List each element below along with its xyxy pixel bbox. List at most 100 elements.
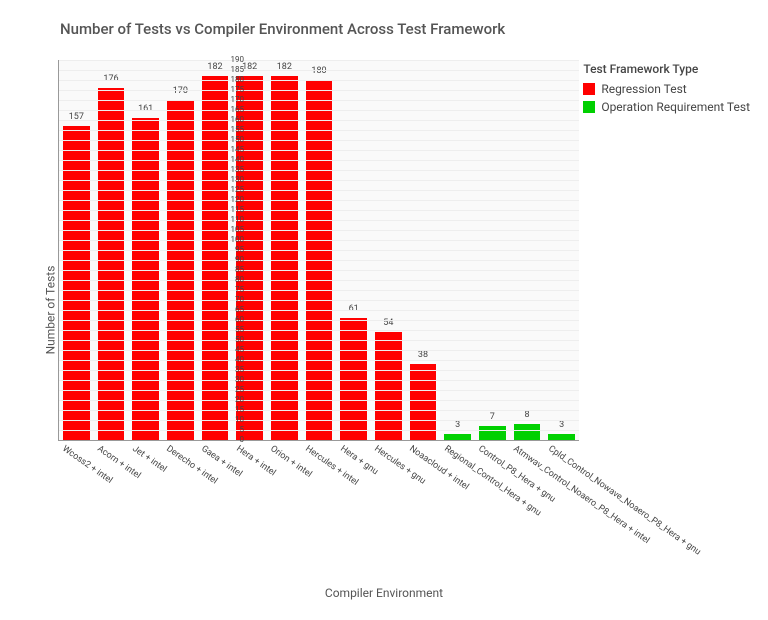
y-tick-label: 30: [218, 376, 244, 384]
grid-line: [59, 310, 579, 311]
y-tick-label: 50: [218, 336, 244, 344]
y-tick-label: 65: [218, 306, 244, 314]
chart-title: Number of Tests vs Compiler Environment …: [60, 20, 505, 38]
grid-line: [59, 300, 579, 301]
y-tick-label: 150: [218, 136, 244, 144]
bar-rect: [63, 126, 90, 440]
legend-swatch: [583, 83, 595, 95]
y-tick-label: 120: [218, 196, 244, 204]
grid-line: [59, 230, 579, 231]
bar-value-label: 3: [546, 420, 577, 430]
y-tick-label: 80: [218, 276, 244, 284]
grid-line: [59, 210, 579, 211]
y-tick-label: 145: [218, 146, 244, 154]
bar-value-label: 3: [442, 420, 473, 430]
grid-line: [59, 270, 579, 271]
grid-line: [59, 140, 579, 141]
grid-line: [59, 200, 579, 201]
legend-title: Test Framework Type: [583, 62, 750, 76]
bar-rect: [340, 318, 367, 440]
y-tick-label: 105: [218, 226, 244, 234]
grid-line: [59, 390, 579, 391]
bar-value-label: 176: [96, 74, 127, 84]
y-tick-label: 130: [218, 176, 244, 184]
y-tick-label: 155: [218, 126, 244, 134]
grid-line: [59, 370, 579, 371]
grid-line: [59, 280, 579, 281]
y-tick-label: 85: [218, 266, 244, 274]
y-tick-label: 10: [218, 416, 244, 424]
grid-line: [59, 320, 579, 321]
y-tick-label: 95: [218, 246, 244, 254]
y-tick-label: 25: [218, 386, 244, 394]
grid-line: [59, 430, 579, 431]
grid-line: [59, 100, 579, 101]
x-axis-label: Compiler Environment: [0, 586, 768, 600]
y-tick-label: 125: [218, 186, 244, 194]
grid-line: [59, 360, 579, 361]
bar: 157: [61, 126, 92, 440]
bar: 54: [373, 332, 404, 440]
y-tick-label: 60: [218, 316, 244, 324]
grid-line: [59, 240, 579, 241]
y-tick-label: 115: [218, 206, 244, 214]
grid-line: [59, 400, 579, 401]
grid-line: [59, 250, 579, 251]
bar: 61: [338, 318, 369, 440]
bar-value-label: 180: [304, 66, 335, 76]
bar-value-label: 61: [338, 304, 369, 314]
grid-line: [59, 170, 579, 171]
bar: 38: [408, 364, 439, 440]
grid-line: [59, 350, 579, 351]
grid-line: [59, 110, 579, 111]
grid-line: [59, 70, 579, 71]
y-tick-label: 5: [218, 426, 244, 434]
bar-rect: [514, 424, 541, 440]
legend-item: Operation Requirement Test: [583, 100, 750, 114]
bar-value-label: 38: [408, 350, 439, 360]
y-tick-label: 140: [218, 156, 244, 164]
y-tick-label: 185: [218, 66, 244, 74]
grid-line: [59, 90, 579, 91]
y-tick-label: 75: [218, 286, 244, 294]
grid-line: [59, 380, 579, 381]
plot-area: 1571761611701821821821806154383783: [58, 60, 579, 441]
y-tick-label: 100: [218, 236, 244, 244]
legend-label: Regression Test: [601, 82, 686, 96]
grid-line: [59, 420, 579, 421]
chart-root: Number of Tests vs Compiler Environment …: [0, 0, 768, 620]
grid-line: [59, 190, 579, 191]
bar-rect: [375, 332, 402, 440]
grid-line: [59, 260, 579, 261]
bar-rect: [444, 434, 471, 440]
grid-line: [59, 330, 579, 331]
y-tick-label: 165: [218, 106, 244, 114]
bar-rect: [132, 118, 159, 440]
grid-line: [59, 60, 579, 61]
grid-line: [59, 340, 579, 341]
y-tick-label: 180: [218, 76, 244, 84]
y-tick-label: 70: [218, 296, 244, 304]
grid-line: [59, 120, 579, 121]
grid-line: [59, 130, 579, 131]
bar-rect: [548, 434, 575, 440]
y-tick-label: 110: [218, 216, 244, 224]
grid-line: [59, 220, 579, 221]
y-tick-label: 45: [218, 346, 244, 354]
grid-line: [59, 150, 579, 151]
legend-item: Regression Test: [583, 82, 750, 96]
bar: 161: [130, 118, 161, 440]
grid-line: [59, 80, 579, 81]
y-axis-label: Number of Tests: [43, 266, 57, 355]
legend: Test Framework Type Regression Test Oper…: [583, 62, 750, 118]
y-tick-label: 190: [218, 56, 244, 64]
bar: 3: [546, 434, 577, 440]
grid-line: [59, 290, 579, 291]
y-tick-label: 160: [218, 116, 244, 124]
bar-value-label: 170: [165, 86, 196, 96]
bar-rect: [479, 426, 506, 440]
y-tick-label: 170: [218, 96, 244, 104]
y-tick-label: 90: [218, 256, 244, 264]
y-tick-label: 175: [218, 86, 244, 94]
legend-swatch: [583, 101, 595, 113]
